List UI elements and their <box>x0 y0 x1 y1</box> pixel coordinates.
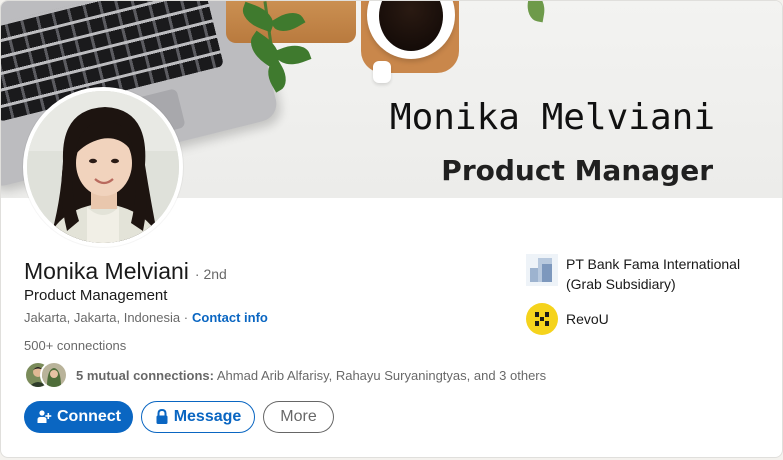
add-person-icon <box>36 409 52 425</box>
revou-logo <box>526 303 558 335</box>
company-name: PT Bank Fama International (Grab Subsidi… <box>566 256 741 292</box>
mutual-connections[interactable]: 5 mutual connections: Ahmad Arib Alfaris… <box>24 361 546 389</box>
message-button[interactable]: Message <box>141 401 255 433</box>
location-row: Jakarta, Jakarta, Indonesia · Contact in… <box>24 310 268 325</box>
contact-info-link[interactable]: Contact info <box>192 310 268 325</box>
mutual-avatar <box>40 361 68 389</box>
more-button[interactable]: More <box>263 401 334 433</box>
connect-button[interactable]: Connect <box>24 401 133 433</box>
mutual-avatars <box>24 361 70 389</box>
connections-count[interactable]: 500+ connections <box>24 338 126 353</box>
name-row: Monika Melviani · 2nd <box>24 258 227 285</box>
profile-name: Monika Melviani <box>24 258 189 284</box>
profile-location: Jakarta, Jakarta, Indonesia · <box>24 310 189 325</box>
building-squares-logo <box>526 254 558 286</box>
lock-icon <box>155 409 169 425</box>
profile-headline: Product Management <box>24 287 168 304</box>
more-label: More <box>280 408 317 425</box>
message-label: Message <box>173 408 242 425</box>
connection-degree: · 2nd <box>194 266 227 282</box>
profile-photo <box>27 91 179 243</box>
profile-card: Monika Melviani Product Manager Monika M… <box>0 0 783 458</box>
mutual-count: 5 mutual connections: <box>76 367 214 383</box>
mutual-names: Ahmad Arib Alfarisy, Rahayu Suryaningtya… <box>213 367 547 383</box>
connect-label: Connect <box>57 408 121 425</box>
profile-avatar[interactable] <box>23 87 183 247</box>
school-name: RevoU <box>566 311 609 327</box>
education-school[interactable]: RevoU <box>526 303 756 335</box>
current-company[interactable]: PT Bank Fama International (Grab Subsidi… <box>526 254 756 294</box>
